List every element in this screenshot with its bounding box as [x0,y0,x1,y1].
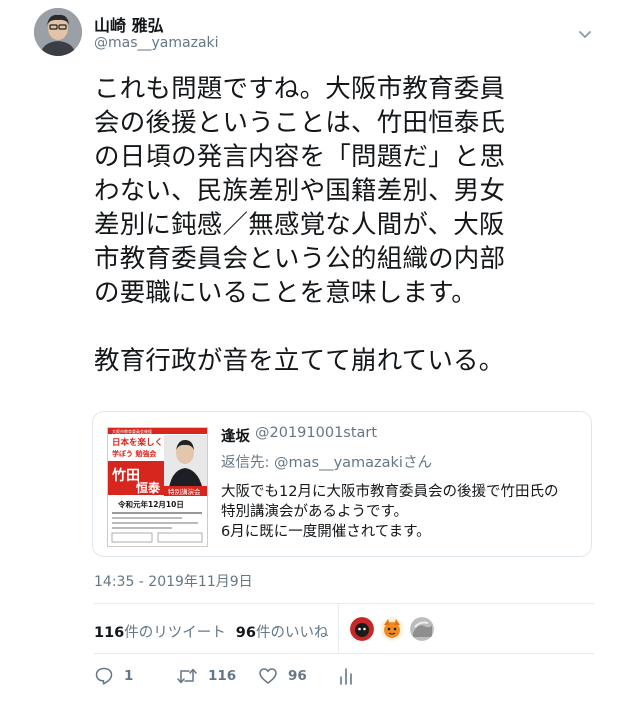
quoted-author-name[interactable]: 逢坂 [221,425,250,446]
flyer-top-text: 大阪市教育委員会後援 [112,428,152,434]
author-avatar[interactable] [34,8,82,56]
divider [94,653,594,654]
analytics-icon [340,668,352,685]
flyer-headline-1: 日本を楽しく [112,437,163,448]
liker-avatar[interactable] [410,617,434,641]
liker-avatar[interactable] [380,617,404,641]
quoted-tweet-image: 大阪市教育委員会後援 日本を楽しく 学ぼう 勉強会 竹田 恒泰 特別講演会 令和… [107,427,208,547]
reply-prefix: 返信先: [221,455,274,471]
like-button[interactable]: 96 [258,666,307,686]
retweet-count: 116 [208,668,237,684]
author-handle[interactable]: @mas__yamazaki [94,35,219,51]
retweet-icon [177,668,197,684]
quoted-reply-to: 返信先: @mas__yamazakiさん [221,451,432,472]
flyer-event: 特別講演会 [168,487,201,496]
tweet-timestamp[interactable]: 14:35 - 2019年11月9日 [94,571,253,591]
flyer-date: 令和元年12月10日 [117,499,184,509]
like-count: 96 [288,668,307,684]
engagement-stats: 116件のリツイート 96件のいいね [94,621,328,642]
retweet-stat[interactable]: 116件のリツイート [94,625,226,641]
reply-handle: @mas__yamazaki [274,455,403,471]
quoted-tweet-card[interactable]: 大阪市教育委員会後援 日本を楽しく 学ぼう 勉強会 竹田 恒泰 特別講演会 令和… [92,411,592,557]
like-stat-number: 96 [235,625,256,641]
flyer-speaker-given: 恒泰 [136,480,161,495]
reply-icon [95,667,113,685]
retweet-stat-number: 116 [94,625,125,641]
analytics-button[interactable] [338,666,354,686]
reply-button[interactable]: 1 [94,666,133,686]
author-name[interactable]: 山崎 雅弘 [94,12,164,36]
liker-avatar[interactable] [350,617,374,641]
retweet-stat-label: 件のリツイート [124,625,226,641]
retweet-button[interactable]: 116 [176,666,236,686]
flyer-headline-2: 学ぼう 勉強会 [112,449,157,458]
divider [94,603,594,604]
tweet-detail: 山崎 雅弘 @mas__yamazaki これも問題ですね。大阪市教育委員 会の… [0,0,629,706]
like-stat[interactable]: 96件のいいね [236,625,329,641]
quoted-tweet-text: 大阪でも12月に大阪市教育委員会の後援で竹田氏の 特別講演会があるようです。 6… [221,484,559,540]
reply-count: 1 [124,668,134,684]
chevron-down-icon[interactable] [577,26,593,42]
like-stat-label: 件のいいね [255,625,329,641]
reply-suffix: さん [402,455,432,471]
heart-icon [259,668,277,684]
quoted-author-handle[interactable]: @20191001start [255,425,377,441]
tweet-text: これも問題ですね。大阪市教育委員 会の後援ということは、竹田恒泰氏 の日頃の発言… [94,74,506,376]
divider [338,603,339,653]
